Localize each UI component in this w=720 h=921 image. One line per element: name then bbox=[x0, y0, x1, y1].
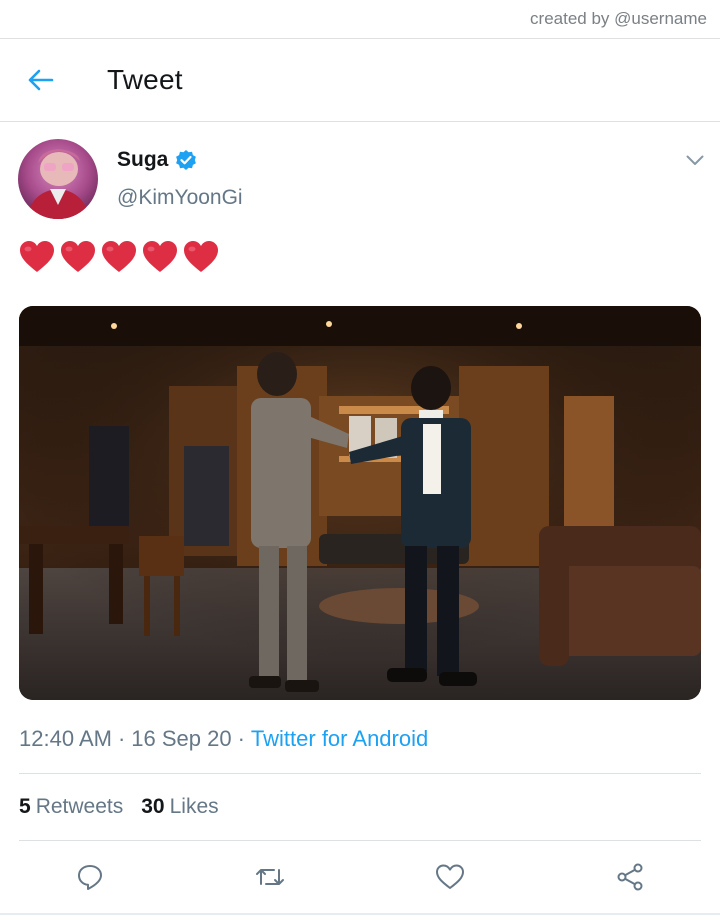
avatar[interactable] bbox=[18, 139, 98, 219]
retweets-label: Retweets bbox=[35, 795, 124, 818]
tweet-date: 16 Sep 20 bbox=[131, 726, 232, 751]
meta-separator: · bbox=[117, 726, 126, 751]
red-heart-emoji bbox=[20, 241, 54, 272]
display-name: Suga bbox=[117, 148, 169, 171]
heart-icon bbox=[436, 864, 464, 889]
avatar-image bbox=[18, 139, 98, 219]
red-heart-emoji bbox=[184, 241, 218, 272]
red-heart-emoji bbox=[143, 241, 177, 272]
tweet-timestamp-row: 12:40 AM · 16 Sep 20 · Twitter for Andro… bbox=[19, 726, 428, 752]
likes-stat[interactable]: 30 Likes bbox=[141, 795, 218, 819]
meta-separator: · bbox=[237, 726, 245, 751]
tweet-text bbox=[18, 238, 220, 276]
page-title: Tweet bbox=[107, 64, 183, 95]
divider bbox=[19, 840, 701, 841]
retweets-stat[interactable]: 5 Retweets bbox=[19, 795, 123, 819]
likes-count: 30 bbox=[141, 795, 165, 818]
share-icon bbox=[617, 863, 643, 891]
reply-icon bbox=[78, 865, 102, 890]
author-name-row[interactable]: Suga bbox=[117, 148, 197, 172]
bottom-divider bbox=[0, 913, 720, 915]
verified-badge-icon bbox=[176, 150, 197, 170]
red-heart-emoji bbox=[102, 241, 136, 272]
creator-credit: created by @username bbox=[530, 9, 707, 28]
like-button[interactable] bbox=[428, 855, 472, 899]
reply-button[interactable] bbox=[68, 855, 112, 899]
retweet-icon bbox=[256, 869, 284, 885]
likes-label: Likes bbox=[169, 795, 219, 818]
share-button[interactable] bbox=[608, 855, 652, 899]
tweet-time: 12:40 AM bbox=[19, 726, 112, 751]
tweet-source-link[interactable]: Twitter for Android bbox=[251, 726, 428, 752]
tweet-actions-bar bbox=[0, 855, 720, 899]
retweets-count: 5 bbox=[19, 795, 31, 818]
back-button[interactable] bbox=[26, 65, 56, 95]
author-handle[interactable]: @KimYoonGi bbox=[117, 186, 243, 210]
chevron-down-icon bbox=[686, 155, 704, 165]
tweet-options-button[interactable] bbox=[683, 150, 707, 170]
retweet-button[interactable] bbox=[248, 855, 292, 899]
app-header: Tweet bbox=[0, 39, 720, 122]
photo-two-men-in-suit-shop bbox=[19, 306, 701, 700]
divider bbox=[19, 773, 701, 774]
arrow-left-icon bbox=[28, 69, 54, 91]
engagement-stats: 5 Retweets 30 Likes bbox=[19, 795, 219, 819]
tweet-media-image[interactable] bbox=[19, 306, 701, 700]
red-heart-emoji bbox=[61, 241, 95, 272]
